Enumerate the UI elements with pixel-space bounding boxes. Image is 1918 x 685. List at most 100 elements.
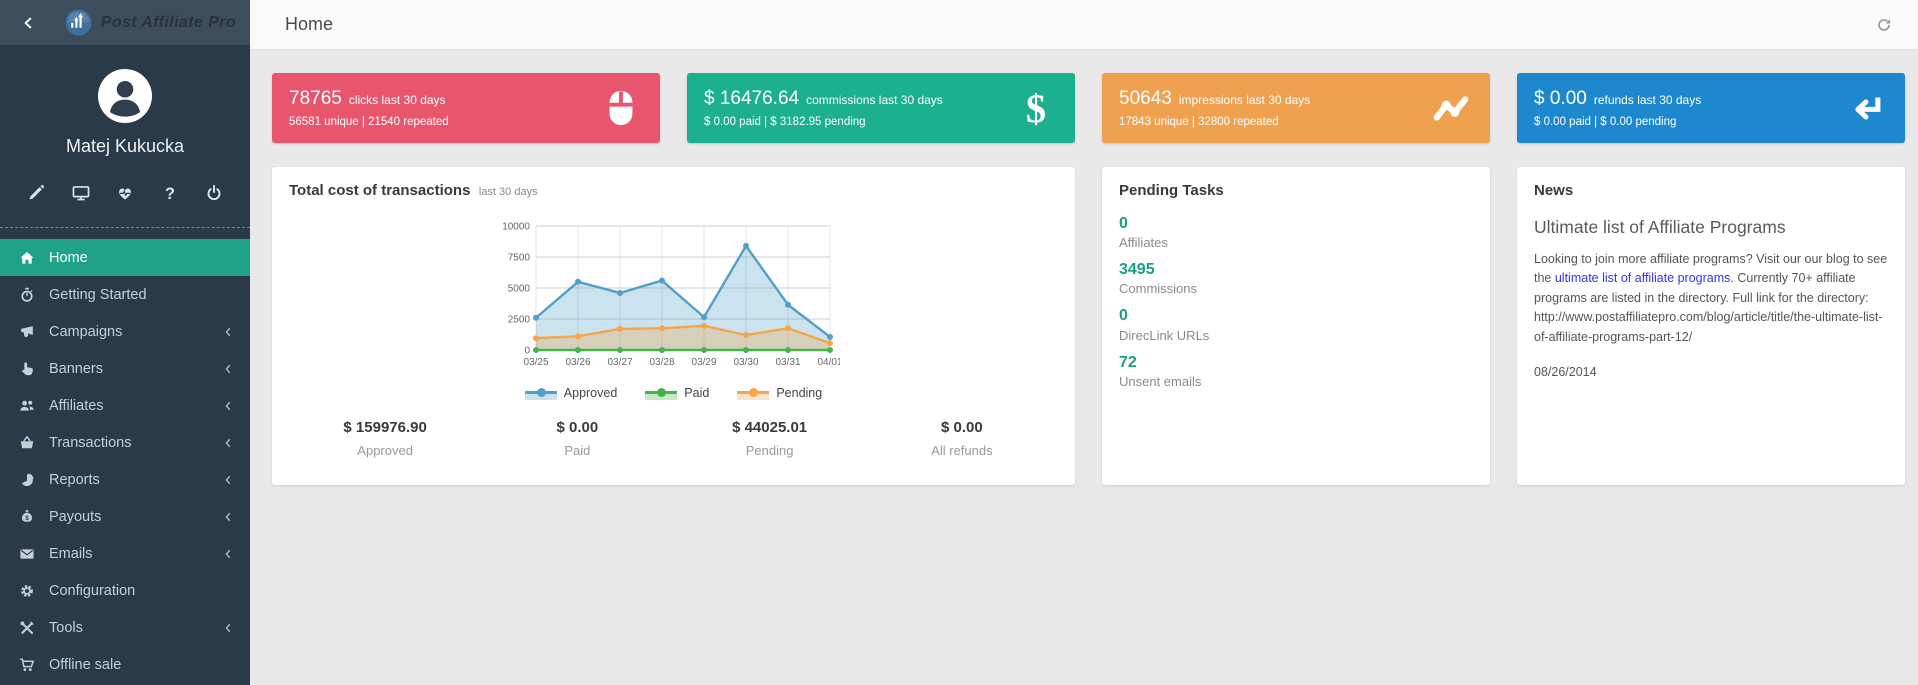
area-chart: 02500500075001000003/2503/2603/2703/2803… <box>494 216 854 385</box>
sidebar-item-label: Transactions <box>49 435 131 451</box>
task-label: DirecLink URLs <box>1119 328 1473 343</box>
monitor-icon[interactable] <box>72 184 90 202</box>
commissions-stat-card[interactable]: $ 16476.64commissions last 30 days$ 0.00… <box>687 73 1075 143</box>
svg-text:10000: 10000 <box>502 222 530 233</box>
sidebar-item-affiliates[interactable]: Affiliates <box>0 387 250 424</box>
stat-card-text: 78765clicks last 30 days56581 unique | 2… <box>289 88 449 128</box>
task-count-direclink-urls[interactable]: 0 <box>1119 306 1473 325</box>
sidebar-item-home[interactable]: Home <box>0 239 250 276</box>
news-title: News <box>1534 182 1888 199</box>
question-icon[interactable]: ? <box>161 184 179 202</box>
user-name: Matej Kukucka <box>0 136 250 157</box>
svg-text:$: $ <box>1026 88 1046 128</box>
sidebar-divider <box>0 227 250 228</box>
sidebar-item-label: Affiliates <box>49 398 104 414</box>
sidebar-item-label: Emails <box>49 546 93 562</box>
refunds-stat-card[interactable]: $ 0.00refunds last 30 days$ 0.00 paid | … <box>1517 73 1905 143</box>
envelope-icon <box>19 546 35 562</box>
news-link[interactable]: ultimate list of affiliate programs <box>1555 271 1731 285</box>
pencil-icon[interactable] <box>27 184 45 202</box>
collapse-sidebar-icon[interactable] <box>22 12 35 34</box>
news-date: 08/26/2014 <box>1534 365 1888 379</box>
legend-label: Approved <box>564 386 618 400</box>
stat-cards-row: 78765clicks last 30 days56581 unique | 2… <box>272 73 1905 143</box>
svg-text:0: 0 <box>524 346 530 357</box>
sidebar-item-payouts[interactable]: $Payouts <box>0 498 250 535</box>
summary-approved: $ 159976.90Approved <box>289 419 481 458</box>
heartbeat-icon[interactable] <box>116 184 134 202</box>
chevron-left-icon <box>221 325 235 339</box>
mouse-icon <box>602 88 640 128</box>
summary-value: $ 0.00 <box>866 419 1058 436</box>
page-title: Home <box>285 14 333 35</box>
task-label: Commissions <box>1119 281 1473 296</box>
gear-icon <box>19 583 35 599</box>
users-icon <box>19 398 35 414</box>
sidebar-item-tools[interactable]: Tools <box>0 609 250 646</box>
avatar[interactable] <box>98 69 152 123</box>
stat-subtext: 17843 unique | 32800 repeated <box>1119 116 1310 128</box>
summary-value: $ 44025.01 <box>674 419 866 436</box>
svg-text:03/30: 03/30 <box>733 357 758 368</box>
sidebar-item-offline-sale[interactable]: Offline sale <box>0 646 250 683</box>
chart-legend: Approved Paid Pending <box>494 386 854 400</box>
news-article-title: Ultimate list of Affiliate Programs <box>1534 217 1888 238</box>
task-label: Affiliates <box>1119 235 1473 250</box>
stat-card-text: $ 16476.64commissions last 30 days$ 0.00… <box>704 88 943 128</box>
chevron-left-icon <box>221 362 235 376</box>
svg-text:03/28: 03/28 <box>649 357 674 368</box>
sidebar-item-campaigns[interactable]: Campaigns <box>0 313 250 350</box>
stat-label: clicks last 30 days <box>349 93 446 107</box>
sidebar-item-transactions[interactable]: Transactions <box>0 424 250 461</box>
legend-approved[interactable]: Approved <box>525 386 618 400</box>
svg-text:03/27: 03/27 <box>607 357 632 368</box>
summary-label: Pending <box>674 443 866 458</box>
pie-chart-icon <box>19 472 35 488</box>
news-panel: News Ultimate list of Affiliate Programs… <box>1517 167 1905 485</box>
refresh-icon[interactable] <box>1876 17 1892 33</box>
panels-row: Total cost of transactions last 30 days … <box>272 167 1905 485</box>
sidebar-item-configuration[interactable]: Configuration <box>0 572 250 609</box>
stat-value: 50643 <box>1119 88 1172 110</box>
legend-label: Pending <box>776 386 822 400</box>
svg-text:5000: 5000 <box>507 284 530 295</box>
sidebar-item-banners[interactable]: Banners <box>0 350 250 387</box>
summary-label: All refunds <box>866 443 1058 458</box>
summary-paid: $ 0.00Paid <box>481 419 673 458</box>
summary-value: $ 0.00 <box>481 419 673 436</box>
clicks-stat-card[interactable]: 78765clicks last 30 days56581 unique | 2… <box>272 73 660 143</box>
sidebar-item-label: Reports <box>49 472 100 488</box>
svg-text:03/31: 03/31 <box>775 357 800 368</box>
dollar-icon: $ <box>1017 88 1055 128</box>
chevron-left-icon <box>221 547 235 561</box>
svg-text:?: ? <box>165 185 175 202</box>
stat-subtext: $ 0.00 paid | $ 0.00 pending <box>1534 116 1701 128</box>
content: 78765clicks last 30 days56581 unique | 2… <box>250 50 1918 485</box>
stat-label: commissions last 30 days <box>806 93 943 107</box>
topbar: Home <box>250 0 1918 50</box>
task-count-commissions[interactable]: 3495 <box>1119 260 1473 279</box>
task-count-unsent-emails[interactable]: 72 <box>1119 353 1473 372</box>
svg-text:04/01: 04/01 <box>817 357 840 368</box>
chart-summary-row: $ 159976.90Approved$ 0.00Paid$ 44025.01 P… <box>289 419 1058 458</box>
svg-text:03/25: 03/25 <box>523 357 548 368</box>
sidebar-item-getting-started[interactable]: Getting Started <box>0 276 250 313</box>
sidebar-item-reports[interactable]: Reports <box>0 461 250 498</box>
sidebar-item-emails[interactable]: Emails <box>0 535 250 572</box>
cart-icon <box>19 657 35 673</box>
impressions-stat-card[interactable]: 50643 impressions last 30 days 17843 uniqu… <box>1102 73 1490 143</box>
app-logo: Post Affiliate Pro <box>65 9 236 36</box>
return-arrow-icon <box>1847 88 1885 128</box>
power-icon[interactable] <box>205 184 223 202</box>
post-affiliate-pro-logo-icon <box>65 9 92 36</box>
chart-subtitle: last 30 days <box>479 186 538 198</box>
transactions-chart-panel: Total cost of transactions last 30 days … <box>272 167 1075 485</box>
legend-pending[interactable]: Pending <box>737 386 822 400</box>
task-count-affiliates[interactable]: 0 <box>1119 214 1473 233</box>
legend-swatch-icon <box>525 387 557 400</box>
legend-paid[interactable]: Paid <box>645 386 709 400</box>
summary-value: $ 159976.90 <box>289 419 481 436</box>
summary-pending: $ 44025.01 Pending <box>674 419 866 458</box>
tools-icon <box>19 620 35 636</box>
stat-label: impressions last 30 days <box>1179 93 1310 107</box>
